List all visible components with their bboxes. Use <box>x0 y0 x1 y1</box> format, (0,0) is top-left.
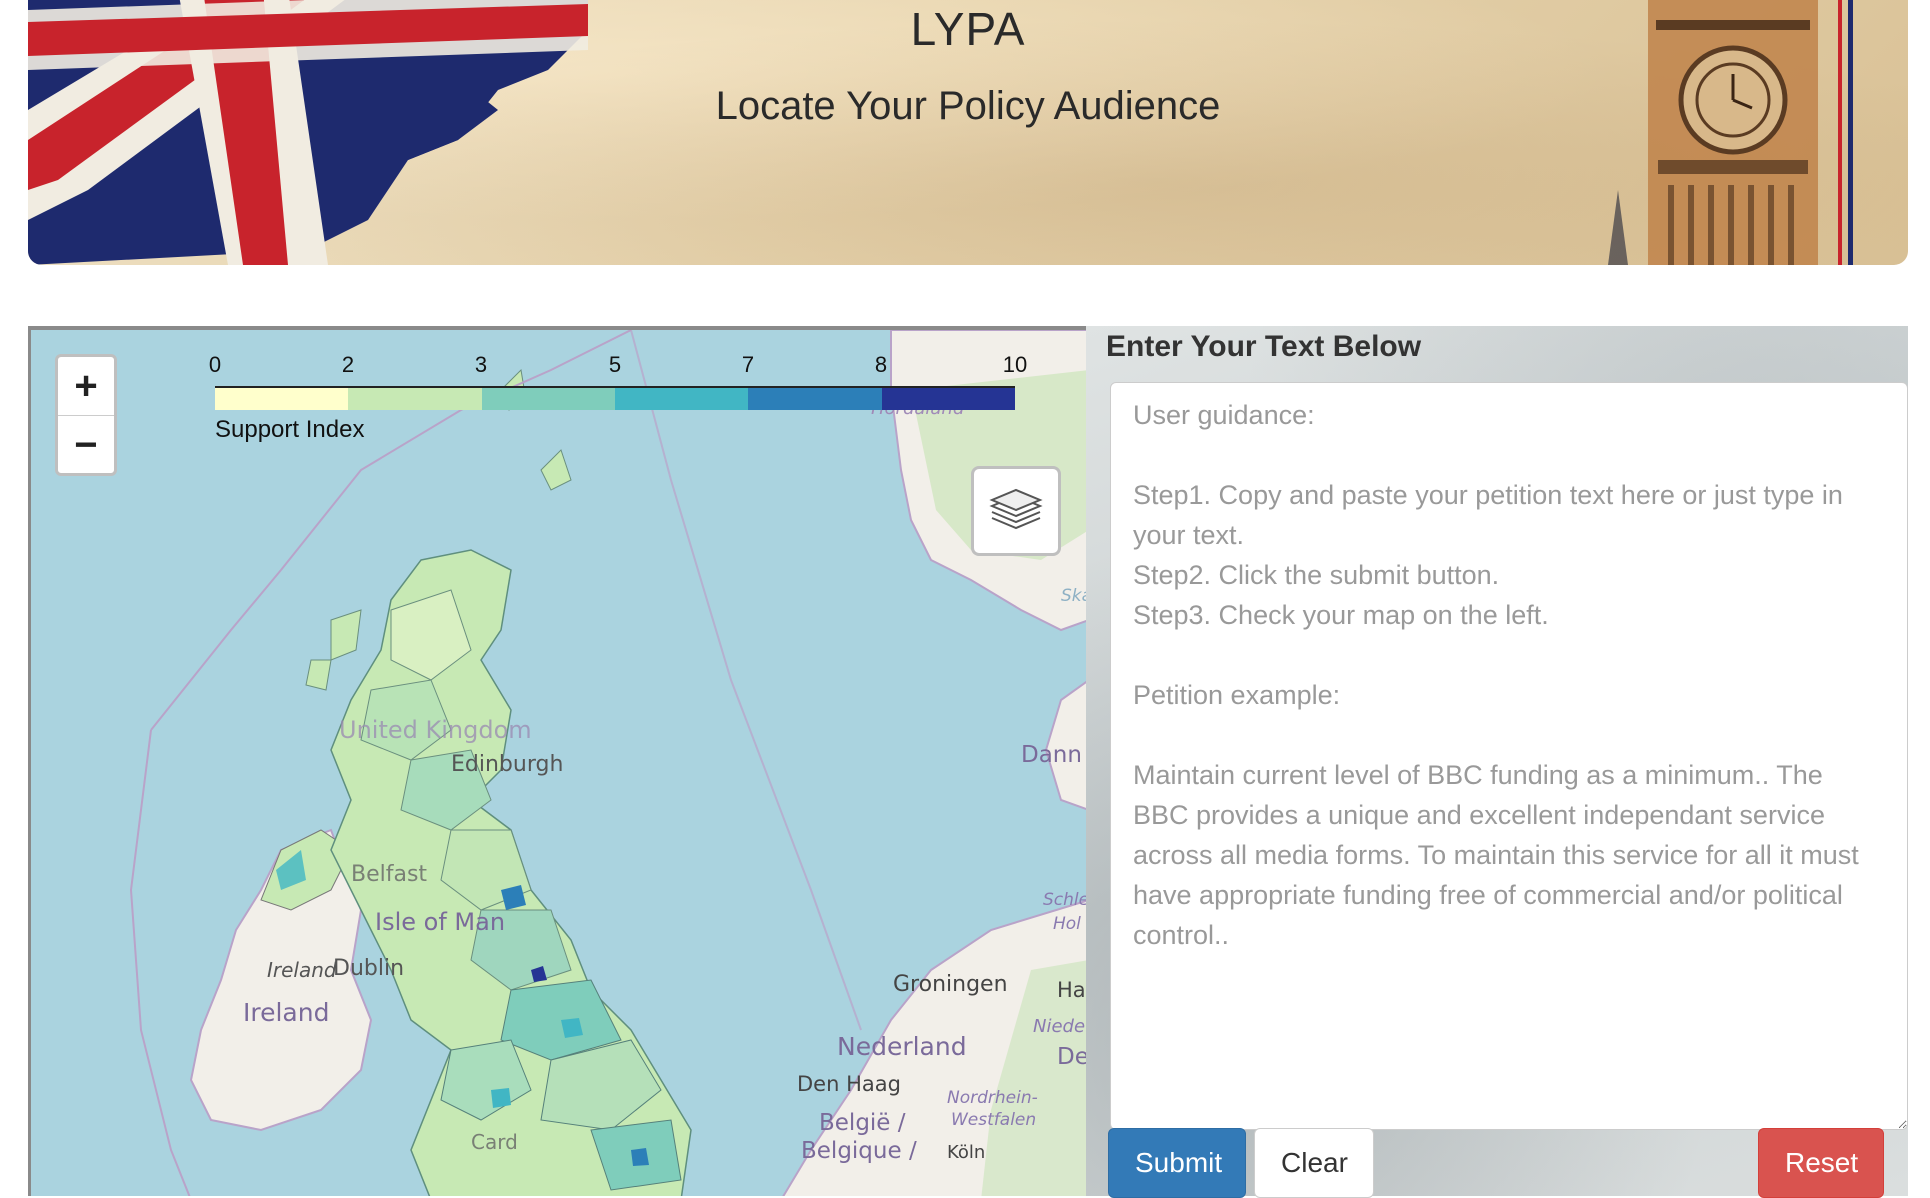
page-title: LYPA <box>910 3 1026 55</box>
map-label-belgique: Belgique / <box>801 1138 917 1164</box>
legend-swatch <box>748 388 882 410</box>
map-label-united-kingdom: United Kingdom <box>339 716 532 744</box>
map-label-edinburgh: Edinburgh <box>451 752 564 777</box>
map-label-niede: Niede <box>1033 1016 1086 1037</box>
map-label-dann: Dann <box>1021 742 1082 768</box>
page-subtitle: Locate Your Policy Audience <box>715 84 1221 128</box>
map-label-ska: Ska <box>1061 586 1086 606</box>
support-index-legend: 0 2 3 5 7 8 10 Support Index <box>209 352 1027 443</box>
map-label-ireland-region: Ireland <box>267 958 337 982</box>
text-input-panel: Enter Your Text Below Submit Clear Reset <box>1086 326 1908 1198</box>
map-label-nederland: Nederland <box>837 1032 967 1061</box>
map-label-belgie: België / <box>819 1110 906 1136</box>
zoom-in-button[interactable]: + <box>58 357 114 416</box>
legend-tick: 3 <box>474 352 488 377</box>
map-label-isle-of-man: Isle of Man <box>375 908 506 936</box>
legend-tick: 10 <box>1002 352 1028 377</box>
map-label-den-haag: Den Haag <box>797 1072 901 1096</box>
legend-swatch <box>481 388 615 410</box>
legend-swatch <box>881 388 1015 410</box>
legend-color-bar <box>215 388 1015 410</box>
map-label-card: Card <box>471 1130 518 1154</box>
map-label-westfalen: Westfalen <box>951 1110 1037 1130</box>
legend-swatch <box>614 388 749 410</box>
legend-swatch <box>348 388 482 410</box>
header-banner: LYPA Locate Your Policy Audience <box>28 0 1908 265</box>
clear-button[interactable]: Clear <box>1254 1128 1374 1198</box>
map-panel[interactable]: Hordaland Ska Dann United Kingdom Edinbu… <box>28 326 1086 1196</box>
zoom-out-button[interactable]: − <box>58 416 114 474</box>
panel-heading: Enter Your Text Below <box>1106 330 1422 363</box>
map-label-koln: Köln <box>947 1142 986 1163</box>
legend-tick: 2 <box>341 352 355 377</box>
legend-tick: 8 <box>874 352 888 377</box>
map-label-ireland: Ireland <box>243 998 330 1027</box>
legend-caption: Support Index <box>215 416 365 443</box>
petition-text-input[interactable] <box>1110 382 1908 1130</box>
legend-tick: 7 <box>741 352 755 377</box>
map-label-ha: Ha <box>1057 978 1086 1002</box>
map-label-belfast: Belfast <box>351 862 428 887</box>
map-label-nordrhein: Nordrhein- <box>947 1088 1038 1108</box>
map-label-dublin: Dublin <box>333 956 405 981</box>
map-label-de: De <box>1057 1044 1086 1070</box>
legend-swatch <box>215 388 349 410</box>
legend-tick: 0 <box>208 352 222 377</box>
map-label-groningen: Groningen <box>893 972 1008 997</box>
layers-icon <box>989 488 1043 530</box>
zoom-control: + − <box>55 354 117 476</box>
map-label-schle: Schle <box>1043 890 1086 910</box>
layers-control-button[interactable] <box>971 466 1061 556</box>
legend-tick: 5 <box>608 352 622 377</box>
map-label-hol: Hol <box>1053 914 1081 934</box>
submit-button[interactable]: Submit <box>1108 1128 1246 1198</box>
reset-button[interactable]: Reset <box>1758 1128 1884 1198</box>
